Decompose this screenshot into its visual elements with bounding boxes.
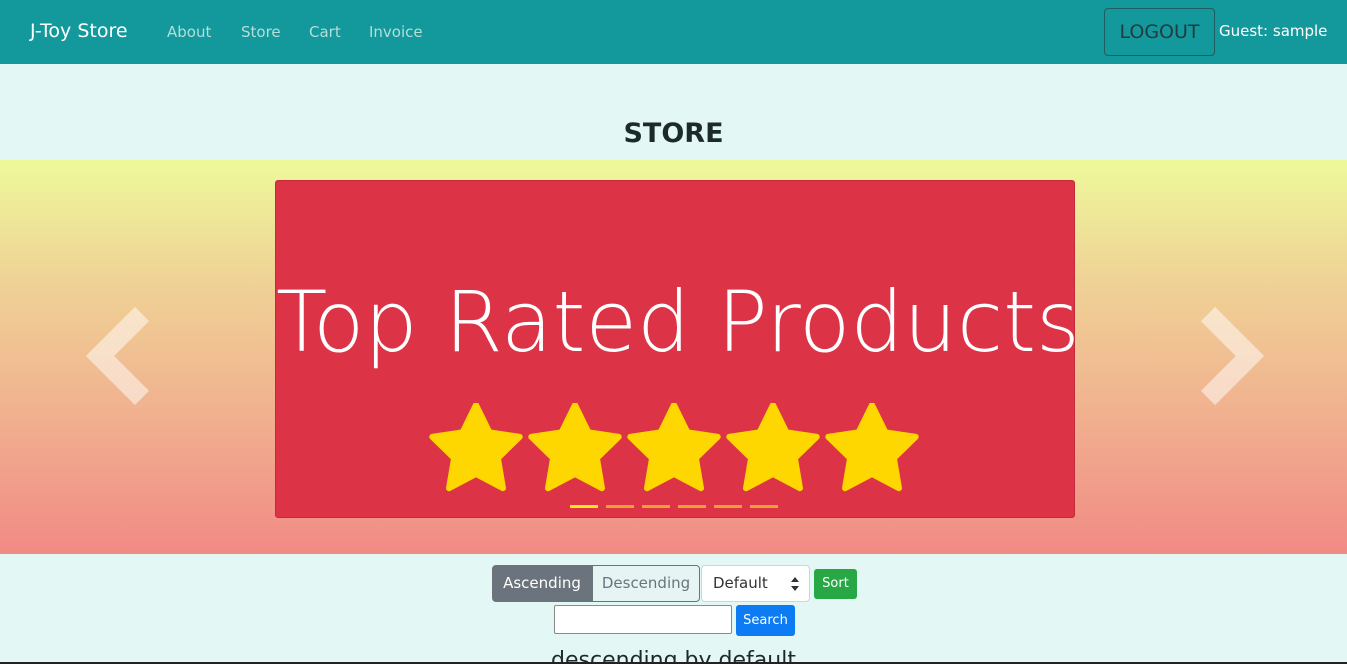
nav-link-store[interactable]: Store <box>241 23 281 41</box>
carousel-next-button[interactable] <box>1196 306 1266 406</box>
carousel-indicator-6[interactable] <box>750 505 778 508</box>
chevron-right-icon <box>1200 306 1265 406</box>
star-icon <box>528 403 622 492</box>
nav-link-about[interactable]: About <box>167 23 211 41</box>
search-button[interactable]: Search <box>736 605 795 636</box>
search-input[interactable] <box>554 605 732 634</box>
ascending-button[interactable]: Ascending <box>492 565 592 602</box>
descending-button[interactable]: Descending <box>592 565 700 602</box>
slide-title: Top Rated Products <box>276 273 1075 371</box>
sort-field-value: Default <box>713 574 768 592</box>
carousel-indicator-3[interactable] <box>642 505 670 508</box>
page-title: STORE <box>623 118 724 149</box>
star-icon <box>726 403 820 492</box>
star-icon <box>429 403 523 492</box>
chevron-left-icon <box>85 306 150 406</box>
brand-link[interactable]: J-Toy Store <box>30 20 128 42</box>
sort-field-select[interactable]: Default <box>701 565 810 602</box>
carousel-prev-button[interactable] <box>84 306 154 406</box>
carousel-slide: Top Rated Products <box>275 180 1075 518</box>
logout-button[interactable]: LOGOUT <box>1104 8 1215 56</box>
star-icon <box>825 403 919 492</box>
star-icon <box>627 403 721 492</box>
carousel-indicator-2[interactable] <box>606 505 634 508</box>
carousel-indicator-1[interactable] <box>570 505 598 508</box>
rating-stars <box>429 403 919 492</box>
guest-label: Guest: sample <box>1219 22 1328 40</box>
nav-link-cart[interactable]: Cart <box>309 23 341 41</box>
carousel-indicator-4[interactable] <box>678 505 706 508</box>
navbar: J-Toy Store About Store Cart Invoice LOG… <box>0 0 1347 64</box>
carousel-indicator-5[interactable] <box>714 505 742 508</box>
select-caret-icon <box>791 577 799 591</box>
sort-button[interactable]: Sort <box>814 569 857 599</box>
carousel: Top Rated Products <box>0 160 1347 554</box>
nav-link-invoice[interactable]: Invoice <box>369 23 423 41</box>
